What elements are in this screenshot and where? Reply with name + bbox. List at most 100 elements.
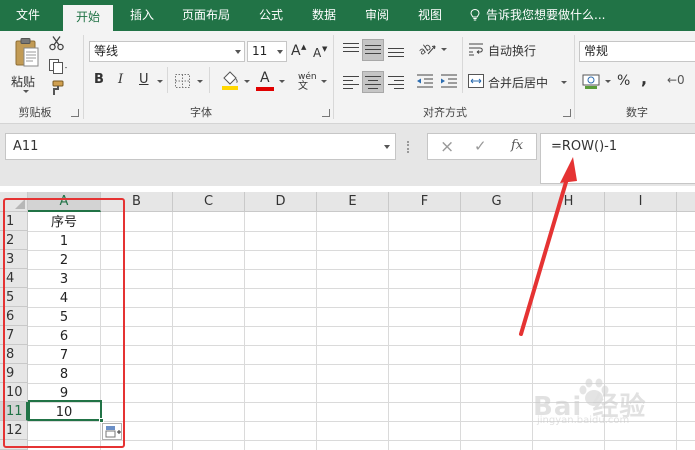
orientation-icon[interactable]: ab <box>418 41 438 57</box>
chevron-down-icon <box>235 50 241 54</box>
decrease-indent-icon[interactable] <box>416 73 434 89</box>
tab-file[interactable]: 文件 <box>6 0 50 31</box>
paintbrush-icon[interactable] <box>48 80 66 96</box>
underline-dropdown-icon[interactable] <box>157 80 163 83</box>
splitter-handle[interactable] <box>407 141 409 153</box>
font-color-dropdown-icon[interactable] <box>279 80 285 83</box>
align-bottom-icon[interactable] <box>388 44 404 58</box>
column-header-i[interactable]: I <box>605 192 677 212</box>
gridline <box>388 212 389 450</box>
underline-button[interactable]: U <box>139 72 153 90</box>
caret-up-icon: ▲ <box>301 43 307 51</box>
ribbon-home: 粘贴 剪贴板 等线 11 A ▲ A ▼ B I U A wén 文 字体 ab… <box>0 31 695 124</box>
align-left-icon[interactable] <box>343 75 359 89</box>
phonetic-glyph-icon: 文 <box>298 81 308 92</box>
borders-dropdown-icon[interactable] <box>197 80 203 83</box>
borders-icon[interactable] <box>174 73 192 89</box>
font-size-value: 11 <box>252 44 268 58</box>
tab-home[interactable]: 开始 <box>63 5 113 31</box>
merge-dropdown-icon[interactable] <box>561 81 567 84</box>
column-header-h[interactable]: H <box>533 192 605 212</box>
italic-button[interactable]: I <box>118 72 130 90</box>
column-header-partial[interactable] <box>677 192 695 212</box>
gridline <box>460 212 461 450</box>
increase-decimal-button[interactable]: ←0 <box>667 73 685 87</box>
shrink-font-button[interactable]: A ▼ <box>313 43 329 63</box>
phonetic-dropdown-icon[interactable] <box>321 80 327 83</box>
paste-button[interactable]: 粘贴 <box>8 35 46 97</box>
gridline <box>28 440 695 441</box>
tab-page-layout[interactable]: 页面布局 <box>172 0 240 31</box>
bold-button[interactable]: B <box>94 72 108 90</box>
align-top-icon[interactable] <box>343 42 359 56</box>
group-divider <box>83 35 84 119</box>
merge-center-button[interactable]: 合并后居中 <box>468 73 572 91</box>
accounting-format-icon[interactable] <box>582 72 604 90</box>
scissors-icon[interactable] <box>48 35 66 51</box>
tell-me-search[interactable]: 告诉我您想要做什么... <box>470 0 605 31</box>
comma-button[interactable]: , <box>641 69 647 88</box>
gridline <box>316 212 317 450</box>
gridline <box>28 269 695 270</box>
orientation-dropdown-icon[interactable] <box>441 48 447 51</box>
number-format-value: 常规 <box>584 44 609 58</box>
group-divider <box>333 35 334 119</box>
gridline <box>28 288 695 289</box>
name-box[interactable]: A11 <box>5 133 396 160</box>
svg-text:ab: ab <box>418 42 434 57</box>
alignment-group-label: 对齐方式 <box>423 106 467 119</box>
highlight-box <box>3 198 125 448</box>
tab-insert[interactable]: 插入 <box>120 0 164 31</box>
increase-indent-icon[interactable] <box>440 73 458 89</box>
paste-dropdown-icon <box>23 90 29 93</box>
font-color-button[interactable]: A <box>256 70 274 92</box>
copy-icon[interactable] <box>48 58 68 74</box>
fill-color-dropdown-icon[interactable] <box>244 80 250 83</box>
cancel-icon[interactable]: × <box>440 137 454 157</box>
tab-review[interactable]: 审阅 <box>355 0 399 31</box>
clipboard-launcher[interactable] <box>71 109 79 117</box>
gridline <box>28 364 695 365</box>
merge-center-icon <box>468 74 484 88</box>
number-format-select[interactable]: 常规 <box>579 41 695 62</box>
font-name-select[interactable]: 等线 <box>89 41 245 62</box>
font-color-swatch <box>256 87 274 91</box>
alignment-launcher[interactable] <box>563 109 571 117</box>
gridline <box>28 231 695 232</box>
font-group-label: 字体 <box>190 106 212 119</box>
phonetic-button[interactable]: wén 文 <box>298 72 317 92</box>
accounting-dropdown-icon[interactable] <box>605 80 611 83</box>
chevron-down-icon <box>277 50 283 54</box>
formula-input[interactable]: =ROW()-1 <box>540 133 695 184</box>
gridline <box>28 307 695 308</box>
formula-bar-area: A11 × ✓ fx =ROW()-1 <box>0 124 695 186</box>
ribbon-tab-bar: 文件 开始 插入 页面布局 公式 数据 审阅 视图 告诉我您想要做什么... <box>0 0 695 31</box>
tab-view[interactable]: 视图 <box>408 0 452 31</box>
gridline <box>244 212 245 450</box>
insert-function-icon[interactable]: fx <box>511 138 523 153</box>
shrink-font-icon: A <box>313 46 322 60</box>
grow-font-button[interactable]: A ▲ <box>291 41 307 61</box>
gridline <box>28 250 695 251</box>
group-divider <box>574 35 575 119</box>
font-size-select[interactable]: 11 <box>247 41 287 62</box>
percent-button[interactable]: % <box>617 73 630 89</box>
font-name-value: 等线 <box>94 44 119 58</box>
align-center-icon <box>365 75 381 89</box>
font-launcher[interactable] <box>322 109 330 117</box>
align-right-icon[interactable] <box>388 75 404 89</box>
column-header-d[interactable]: D <box>245 192 317 212</box>
tab-formulas[interactable]: 公式 <box>249 0 293 31</box>
fill-color-icon[interactable] <box>220 69 240 91</box>
column-header-c[interactable]: C <box>173 192 245 212</box>
tab-data[interactable]: 数据 <box>302 0 346 31</box>
column-header-e[interactable]: E <box>317 192 389 212</box>
column-header-g[interactable]: G <box>461 192 533 212</box>
font-color-letter: A <box>260 70 270 86</box>
wrap-text-button[interactable]: 自动换行 <box>468 41 568 59</box>
enter-icon[interactable]: ✓ <box>474 137 487 155</box>
wrap-text-icon <box>469 43 483 56</box>
tell-me-text: 告诉我您想要做什么... <box>486 8 606 22</box>
column-header-f[interactable]: F <box>389 192 461 212</box>
paste-icon <box>15 38 39 67</box>
